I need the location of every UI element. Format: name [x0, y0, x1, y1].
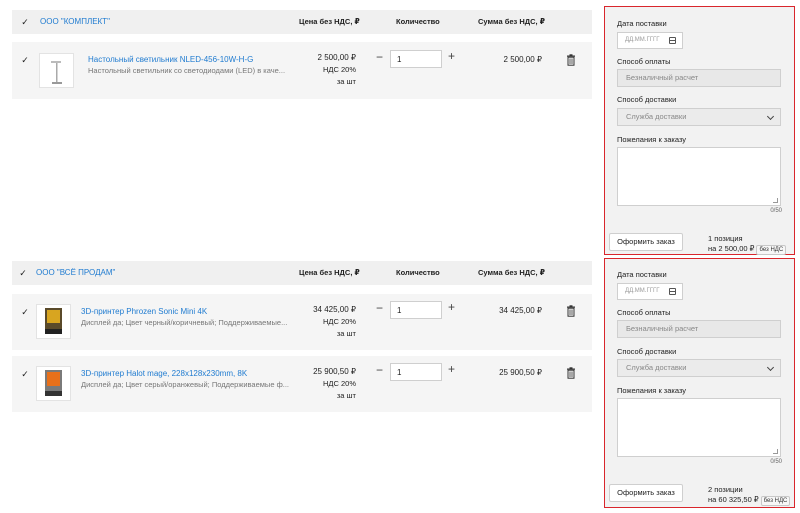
vat-badge: без НДС — [760, 496, 791, 506]
column-price: Цена без НДС, ₽ — [299, 17, 360, 26]
product-image[interactable] — [39, 53, 74, 88]
positions-count: 1 позиция — [708, 234, 743, 243]
column-sum: Сумма без НДС, ₽ — [478, 268, 545, 277]
check-icon[interactable]: ✓ — [20, 369, 30, 379]
date-placeholder: ДД.ММ.ГГГГ — [625, 37, 660, 43]
price-value: 25 900,50 ₽ — [313, 367, 356, 376]
order-summary: 2 позиции на 60 325,50 ₽ без НДС — [708, 485, 791, 506]
check-icon[interactable]: ✓ — [20, 55, 30, 65]
delivery-method-select[interactable]: Служба доставки — [617, 359, 781, 377]
wishes-label: Пожелания к заказу — [617, 135, 687, 144]
positions-count: 2 позиции — [708, 485, 743, 494]
check-icon[interactable]: ✓ — [20, 17, 30, 27]
wishes-textarea[interactable] — [617, 398, 781, 457]
place-order-button[interactable]: Оформить заказ — [609, 484, 683, 502]
delivery-method-label: Способ доставки — [617, 95, 677, 104]
char-counter: 0/50 — [770, 208, 782, 214]
item-price: 25 900,50 ₽ НДС 20% за шт — [313, 366, 356, 402]
order-total: на 2 500,00 ₽ — [708, 244, 755, 253]
product-description: Дисплей да; Цвет черный/коричневый; Подд… — [81, 318, 288, 327]
check-icon[interactable]: ✓ — [18, 268, 28, 278]
quantity-input[interactable] — [390, 50, 442, 68]
cart-item: ✓ 3D-принтер Phrozen Sonic Mini 4K Диспл… — [12, 294, 592, 350]
chevron-down-icon[interactable] — [766, 363, 775, 372]
product-description: Настольный светильник со светодиодами (L… — [88, 66, 286, 75]
price-unit: за шт — [336, 329, 356, 338]
delivery-date-input[interactable]: ДД.ММ.ГГГГ — [617, 32, 683, 49]
product-name-link[interactable]: 3D-принтер Halot mage, 228x128x230mm, 8K — [81, 369, 247, 379]
calendar-icon[interactable] — [669, 37, 676, 44]
payment-method-label: Способ оплаты — [617, 308, 671, 317]
vendor-name-link[interactable]: ООО "КОМПЛЕКТ" — [40, 17, 110, 27]
vat-badge: без НДС — [756, 245, 787, 255]
plus-icon[interactable]: + — [448, 363, 455, 375]
price-unit: за шт — [336, 77, 356, 86]
cart-item: ✓ 3D-принтер Halot mage, 228x128x230mm, … — [12, 356, 592, 412]
order-summary: 1 позиция на 2 500,00 ₽ без НДС — [708, 234, 787, 255]
resize-handle[interactable] — [773, 198, 778, 203]
item-sum: 2 500,00 ₽ — [503, 55, 542, 64]
payment-method-value: Безналичный расчет — [626, 324, 699, 333]
cart-item: ✓ Настольный светильник NLED-456-10W-H-G… — [12, 42, 592, 99]
product-description: Дисплей да; Цвет серый/оранжевый; Поддер… — [81, 380, 290, 389]
price-value: 34 425,00 ₽ — [313, 305, 356, 314]
column-qty: Количество — [396, 268, 440, 277]
resize-handle[interactable] — [773, 449, 778, 454]
price-vat: НДС 20% — [322, 379, 356, 388]
item-sum: 25 900,50 ₽ — [499, 368, 542, 377]
delivery-date-input[interactable]: ДД.ММ.ГГГГ — [617, 283, 683, 300]
quantity-input[interactable] — [390, 301, 442, 319]
item-price: 34 425,00 ₽ НДС 20% за шт — [313, 304, 356, 340]
minus-icon[interactable]: − — [376, 302, 383, 314]
minus-icon[interactable]: − — [376, 364, 383, 376]
payment-method-label: Способ оплаты — [617, 57, 671, 66]
calendar-icon[interactable] — [669, 288, 676, 295]
wishes-label: Пожелания к заказу — [617, 386, 687, 395]
item-price: 2 500,00 ₽ НДС 20% за шт — [318, 52, 356, 88]
column-sum: Сумма без НДС, ₽ — [478, 17, 545, 26]
wishes-textarea[interactable] — [617, 147, 781, 206]
place-order-button[interactable]: Оформить заказ — [609, 233, 683, 251]
delivery-date-label: Дата поставки — [617, 270, 667, 279]
delivery-date-label: Дата поставки — [617, 19, 667, 28]
vendor-group: ✓ ООО "КОМПЛЕКТ" Цена без НДС, ₽ Количес… — [0, 0, 800, 255]
vendor-header: ✓ ООО "ВСЁ ПРОДАМ" Цена без НДС, ₽ Колич… — [12, 261, 592, 285]
minus-icon[interactable]: − — [376, 51, 383, 63]
order-total: на 60 325,50 ₽ — [708, 495, 759, 504]
trash-icon[interactable] — [566, 305, 576, 317]
delivery-method-select[interactable]: Служба доставки — [617, 108, 781, 126]
product-name-link[interactable]: Настольный светильник NLED-456-10W-H-G — [88, 55, 253, 65]
check-icon[interactable]: ✓ — [20, 307, 30, 317]
price-vat: НДС 20% — [322, 317, 356, 326]
vendor-header: ✓ ООО "КОМПЛЕКТ" Цена без НДС, ₽ Количес… — [12, 10, 592, 34]
chevron-down-icon[interactable] — [766, 112, 775, 121]
delivery-method-label: Способ доставки — [617, 347, 677, 356]
column-qty: Количество — [396, 17, 440, 26]
item-sum: 34 425,00 ₽ — [499, 306, 542, 315]
price-unit: за шт — [336, 391, 356, 400]
price-vat: НДС 20% — [322, 65, 356, 74]
delivery-method-value: Служба доставки — [626, 363, 687, 372]
column-price: Цена без НДС, ₽ — [299, 268, 360, 277]
order-panel: Дата поставки ДД.ММ.ГГГГ Способ оплаты Б… — [604, 6, 795, 255]
payment-method-field: Безналичный расчет — [617, 320, 781, 338]
product-image[interactable] — [36, 304, 71, 339]
plus-icon[interactable]: + — [448, 301, 455, 313]
order-panel: Дата поставки ДД.ММ.ГГГГ Способ оплаты Б… — [604, 258, 795, 508]
product-name-link[interactable]: 3D-принтер Phrozen Sonic Mini 4K — [81, 307, 207, 317]
payment-method-value: Безналичный расчет — [626, 73, 699, 82]
product-image[interactable] — [36, 366, 71, 401]
quantity-input[interactable] — [390, 363, 442, 381]
date-placeholder: ДД.ММ.ГГГГ — [625, 288, 660, 294]
vendor-name-link[interactable]: ООО "ВСЁ ПРОДАМ" — [36, 268, 115, 278]
plus-icon[interactable]: + — [448, 50, 455, 62]
payment-method-field: Безналичный расчет — [617, 69, 781, 87]
delivery-method-value: Служба доставки — [626, 112, 687, 121]
char-counter: 0/50 — [770, 459, 782, 465]
price-value: 2 500,00 ₽ — [317, 53, 356, 62]
trash-icon[interactable] — [566, 54, 576, 66]
trash-icon[interactable] — [566, 367, 576, 379]
